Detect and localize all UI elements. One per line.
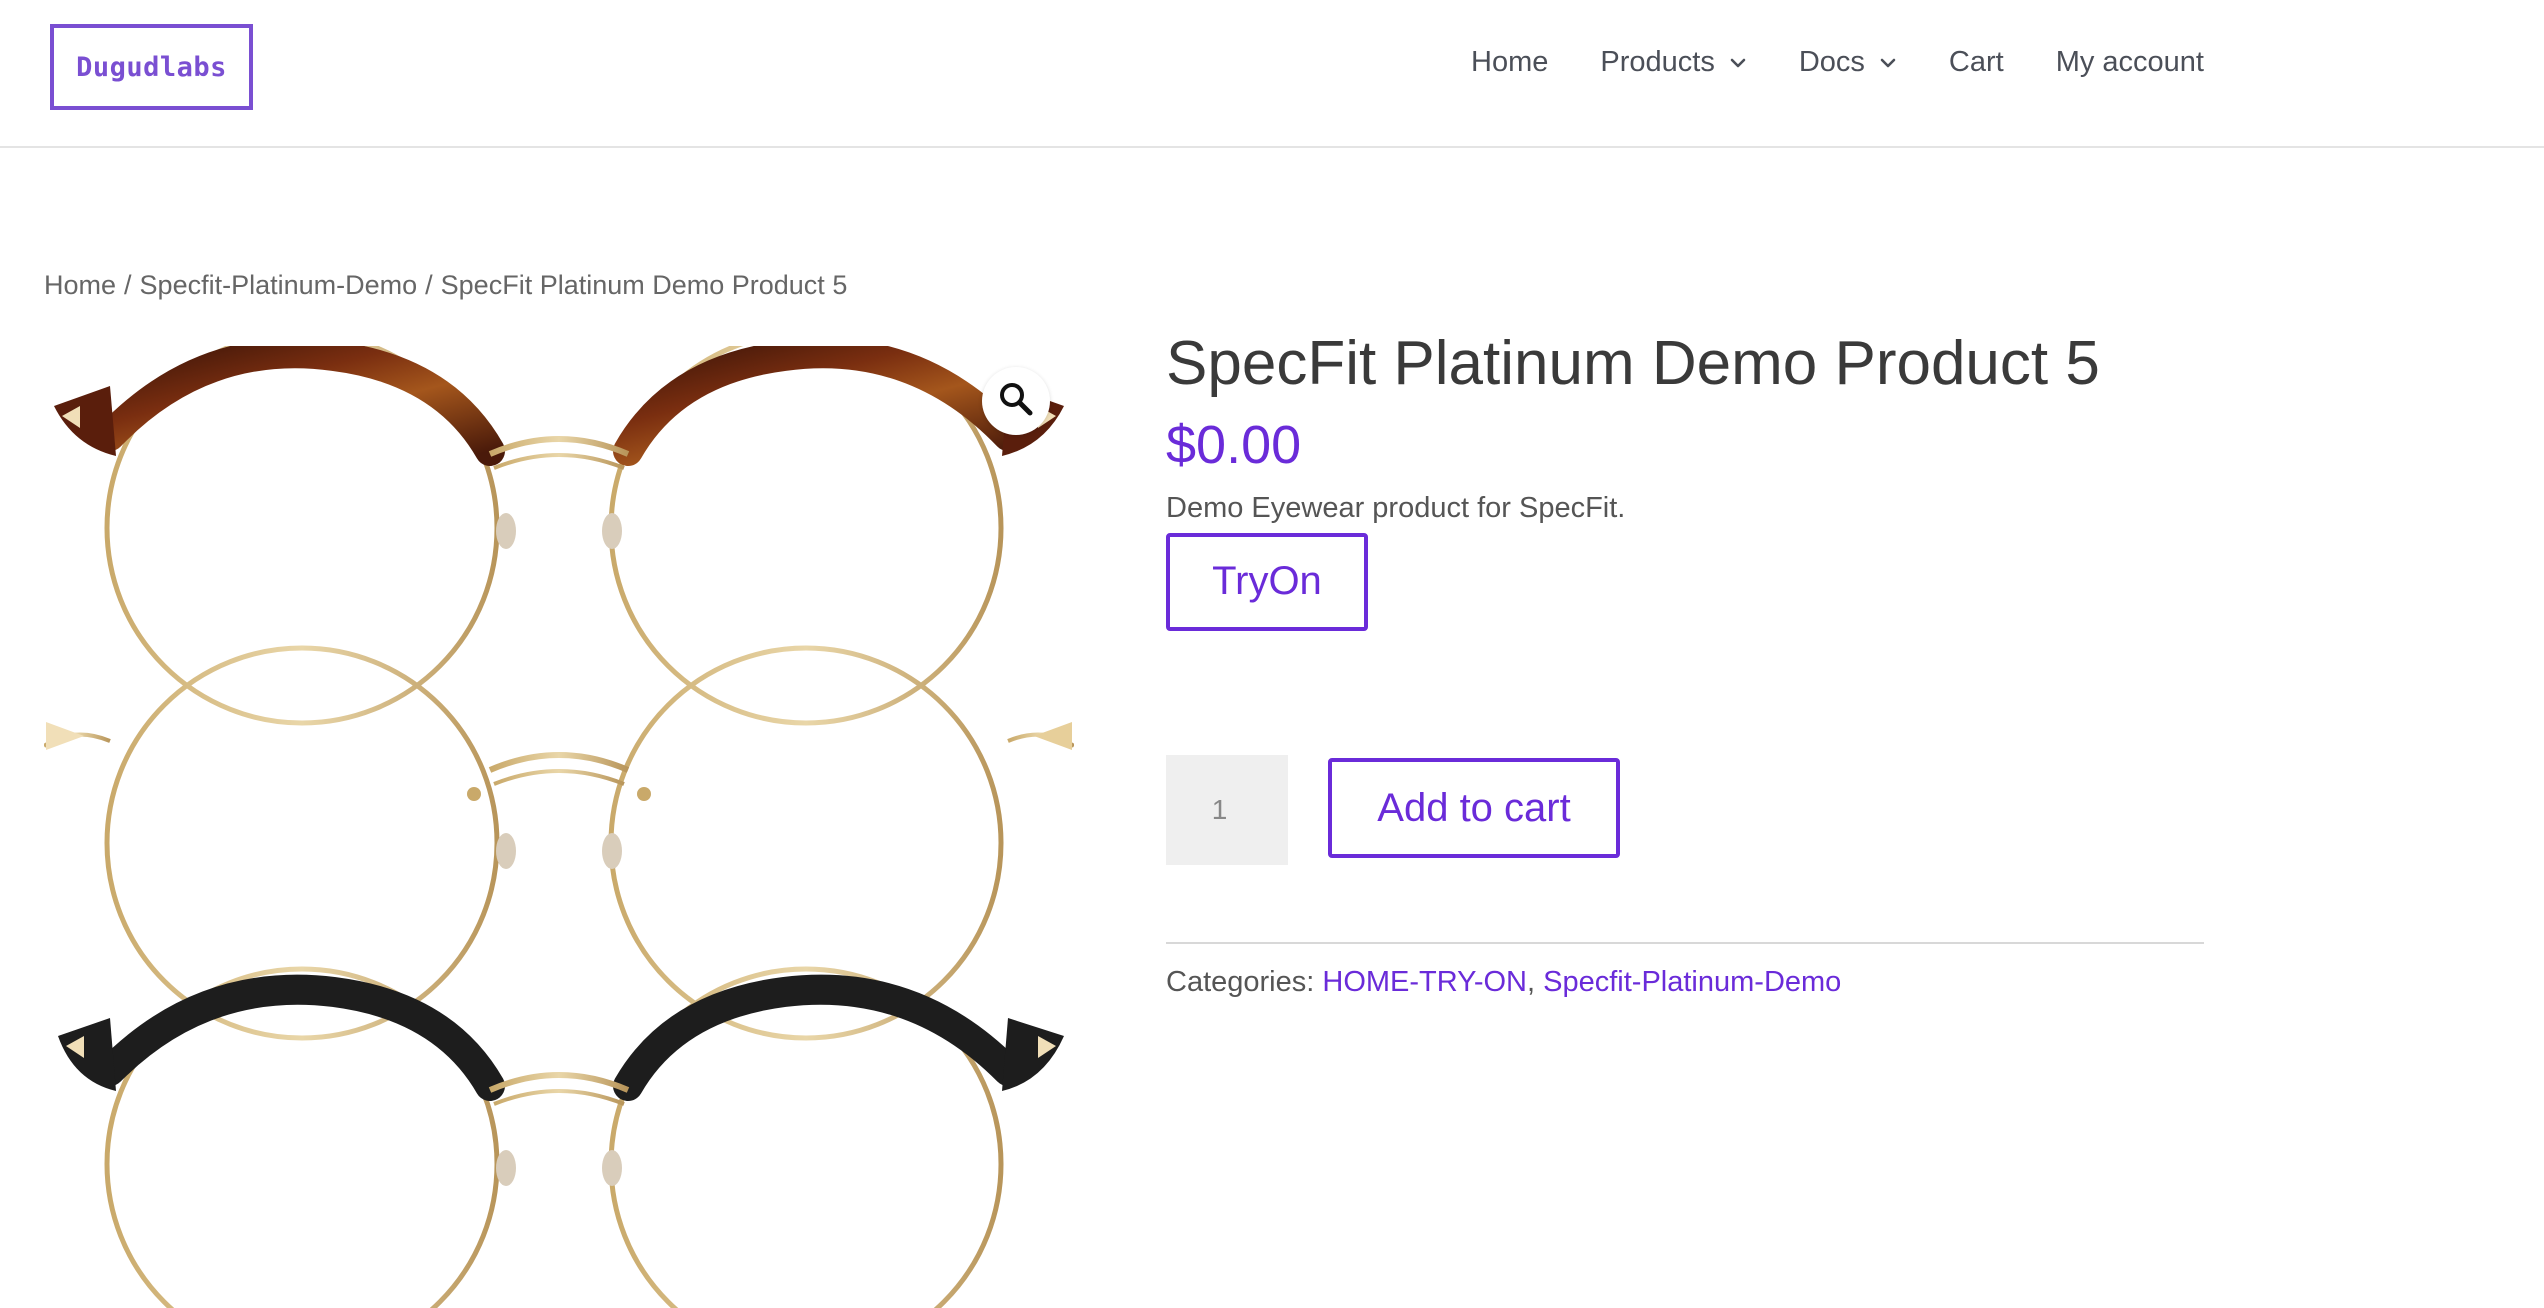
breadcrumb-separator: / — [124, 270, 132, 300]
category-link-specfit-platinum-demo[interactable]: Specfit-Platinum-Demo — [1543, 966, 1841, 998]
glasses-image — [44, 346, 1074, 1308]
nav-item-docs[interactable]: Docs — [1799, 46, 1897, 79]
nav-item-products[interactable]: Products — [1600, 46, 1746, 79]
nav-item-label: Products — [1600, 46, 1715, 78]
nav-item-label: Home — [1471, 46, 1549, 78]
chevron-down-icon[interactable] — [1729, 54, 1747, 72]
magnifier-icon — [998, 381, 1034, 422]
breadcrumb-home[interactable]: Home — [44, 270, 116, 301]
breadcrumb: Home / Specfit-Platinum-Demo / SpecFit P… — [44, 270, 847, 301]
category-link-home-try-on[interactable]: HOME-TRY-ON — [1322, 966, 1527, 998]
product-description: Demo Eyewear product for SpecFit. — [1166, 491, 1626, 524]
product-title: SpecFit Platinum Demo Product 5 — [1166, 329, 2100, 398]
nav-item-home[interactable]: Home — [1471, 46, 1548, 79]
zoom-button[interactable] — [982, 367, 1050, 435]
nav-item-label: My account — [2055, 46, 2204, 78]
nav-item-my-account[interactable]: My account — [2056, 46, 2204, 79]
nav-item-label: Docs — [1798, 46, 1865, 78]
breadcrumb-category[interactable]: Specfit-Platinum-Demo — [140, 270, 418, 301]
product-categories: Categories: HOME-TRY-ON, Specfit-Platinu… — [1166, 966, 1841, 999]
glasses-row-gold — [44, 645, 1074, 1041]
quantity-input[interactable] — [1166, 755, 1288, 865]
main-nav: Home Products Docs Cart My account — [1471, 46, 2204, 79]
tryon-button[interactable]: TryOn — [1166, 532, 1368, 631]
category-separator: , — [1527, 966, 1536, 998]
breadcrumb-separator: / — [425, 270, 433, 300]
add-to-cart-button[interactable]: Add to cart — [1328, 758, 1620, 858]
glasses-row-black — [58, 966, 1064, 1308]
nav-item-cart[interactable]: Cart — [1949, 46, 2004, 79]
chevron-down-icon[interactable] — [1879, 54, 1897, 72]
logo-text: Dugudlabs — [76, 51, 227, 83]
add-to-cart-form: Add to cart — [1166, 755, 1620, 865]
product-image[interactable] — [44, 346, 1074, 1308]
divider — [1166, 942, 2204, 944]
nav-item-label: Cart — [1948, 46, 2004, 78]
breadcrumb-current: SpecFit Platinum Demo Product 5 — [440, 270, 848, 300]
product-price: $0.00 — [1166, 415, 1302, 476]
glasses-row-tortoise — [54, 346, 1064, 726]
site-header: Dugudlabs Home Products Docs Cart My acc… — [0, 0, 2544, 148]
categories-label: Categories: — [1166, 966, 1315, 998]
product-summary: SpecFit Platinum Demo Product 5 $0.00 De… — [1166, 329, 2206, 631]
site-logo[interactable]: Dugudlabs — [50, 24, 253, 110]
